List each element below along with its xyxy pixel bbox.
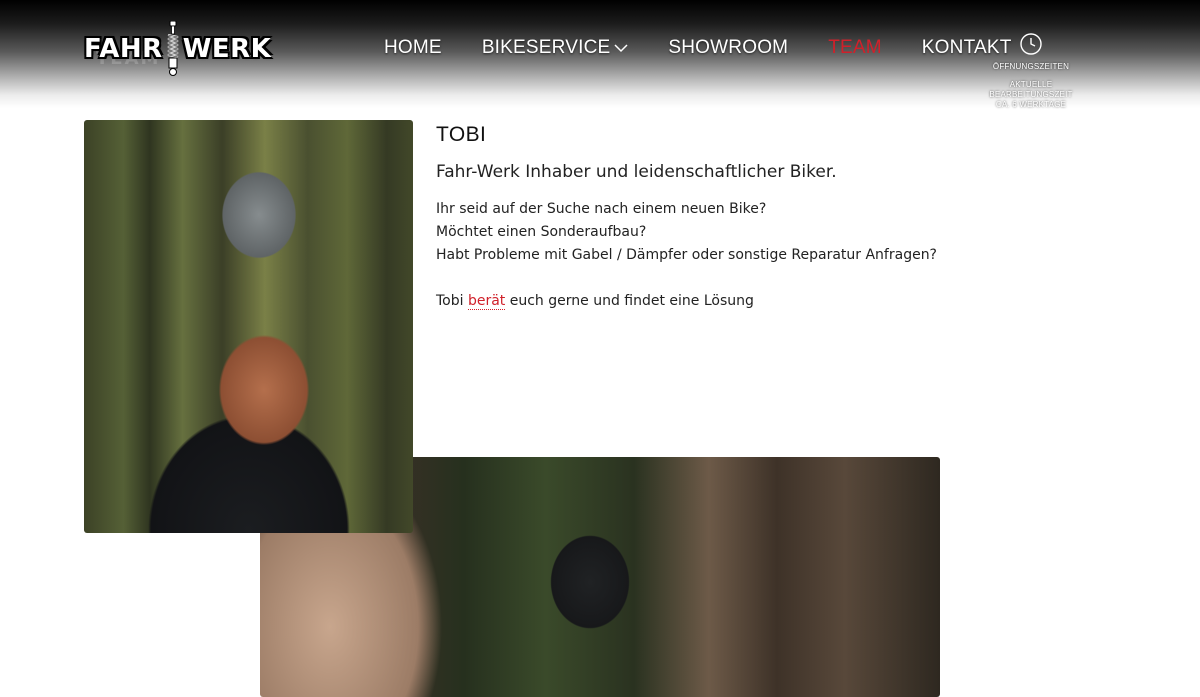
nav-bikeservice[interactable]: BIKESERVICE bbox=[482, 37, 629, 59]
closing-text-after: euch gerne und findet eine Lösung bbox=[505, 293, 754, 309]
profile-name: TOBI bbox=[436, 123, 487, 146]
description-line-2: Möchtet einen Sonderaufbau? bbox=[436, 224, 647, 240]
fahr-werk-logo[interactable]: TEAM FAHR WERK bbox=[84, 20, 284, 78]
chevron-down-icon bbox=[614, 43, 628, 53]
opening-hours[interactable]: ÖFFNUNGSZEITEN AKTUELLE BEARBEITUNGSZEIT… bbox=[968, 32, 1094, 110]
logo-text-left: FAHR bbox=[84, 34, 163, 64]
opening-hours-label: ÖFFNUNGSZEITEN bbox=[992, 62, 1070, 71]
processing-time-value: CA. 6 WERKTAGE bbox=[995, 100, 1067, 109]
nav-team-label: TEAM bbox=[828, 37, 882, 58]
description-line-3: Habt Probleme mit Gabel / Dämpfer oder s… bbox=[436, 247, 937, 263]
portrait-photo bbox=[84, 120, 413, 533]
profile-content: TOBI Fahr-Werk Inhaber und leidenschaftl… bbox=[436, 122, 956, 313]
nav-home-label: HOME bbox=[384, 37, 442, 58]
profile-tagline: Fahr-Werk Inhaber und leidenschaftlicher… bbox=[436, 162, 837, 182]
closing-text-before: Tobi bbox=[436, 293, 468, 309]
berat-link[interactable]: berät bbox=[467, 293, 506, 310]
description-line-1: Ihr seid auf der Suche nach einem neuen … bbox=[436, 201, 767, 217]
nav-home[interactable]: HOME bbox=[384, 37, 442, 59]
profile-description: Ihr seid auf der Suche nach einem neuen … bbox=[436, 198, 956, 313]
nav-showroom-label: SHOWROOM bbox=[668, 37, 789, 58]
clock-icon bbox=[1019, 32, 1043, 56]
site-header: TEAM FAHR WERK HOME BIKESERVICE SHOWROOM… bbox=[0, 0, 1200, 110]
main-navigation: HOME BIKESERVICE SHOWROOM TEAM KONTAKT bbox=[384, 32, 1052, 64]
shock-absorber-icon bbox=[166, 21, 180, 77]
nav-team[interactable]: TEAM bbox=[828, 37, 882, 59]
nav-showroom[interactable]: SHOWROOM bbox=[668, 37, 788, 59]
team-page: TEAM FAHR WERK HOME BIKESERVICE SHOWROOM… bbox=[0, 0, 1200, 697]
closing-line: Tobi berät euch gerne und findet eine Lö… bbox=[436, 290, 956, 313]
nav-bikeservice-label: BIKESERVICE bbox=[481, 37, 611, 58]
logo-text-right: WERK bbox=[182, 34, 272, 64]
processing-time-label: AKTUELLE BEARBEITUNGSZEIT bbox=[989, 80, 1073, 99]
